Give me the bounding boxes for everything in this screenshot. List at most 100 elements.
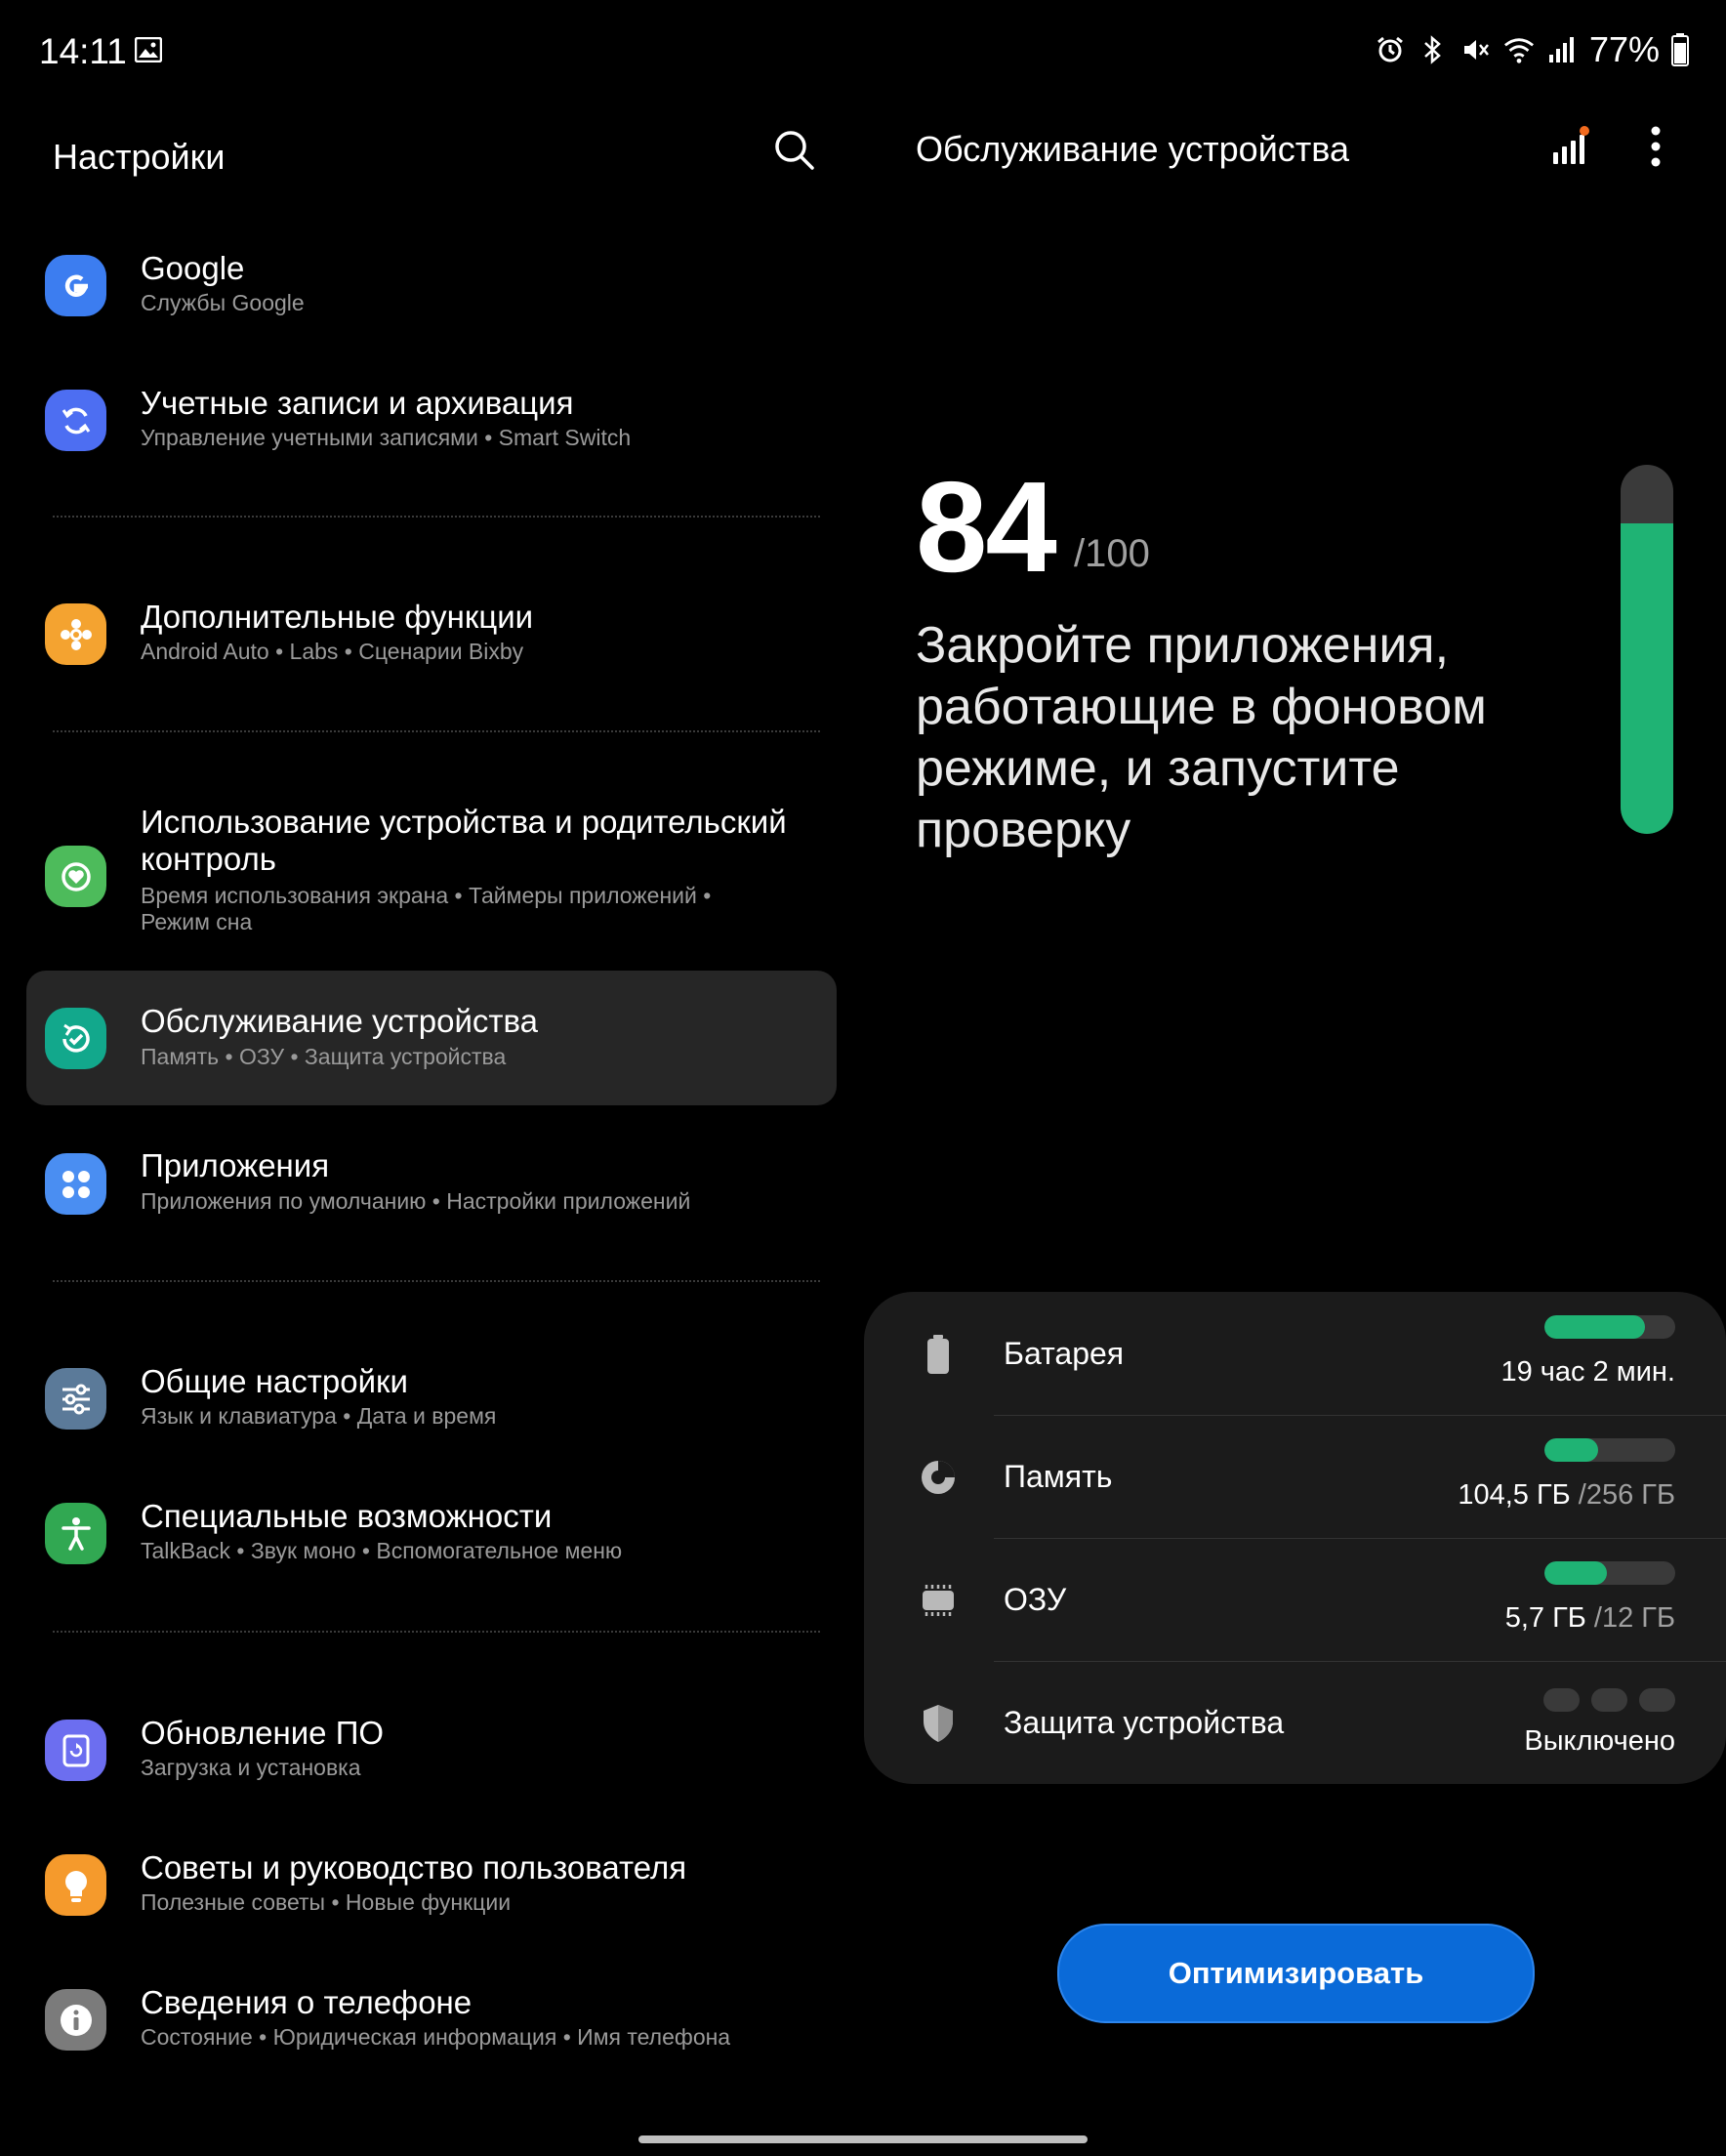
- accessibility-icon: [45, 1503, 106, 1564]
- device-care-icon: [45, 1008, 106, 1069]
- row-value: 19 час 2 мин.: [1500, 1356, 1675, 1389]
- value-main: 5,7 ГБ: [1504, 1602, 1586, 1634]
- settings-item-general-management[interactable]: Общие настройки Язык и клавиатура • Дата…: [26, 1338, 837, 1455]
- divider: [53, 1631, 820, 1633]
- score-max: /100: [1074, 532, 1150, 575]
- item-title: Обновление ПО: [141, 1715, 385, 1751]
- status-card: Батарея 19 час 2 мин. Память 104,5 ГБ /2…: [864, 1292, 1726, 1784]
- device-care-title: Обслуживание устройства: [916, 129, 1350, 169]
- ram-bar-fill: [1544, 1561, 1607, 1585]
- status-dot: [1543, 1688, 1580, 1712]
- item-subtitle: TalkBack • Звук моно • Вспомогательное м…: [141, 1538, 623, 1563]
- row-value: 104,5 ГБ /256 ГБ: [1458, 1479, 1675, 1512]
- row-device-protection[interactable]: Защита устройства Выключено: [864, 1661, 1726, 1784]
- item-title: Обслуживание устройства: [141, 1003, 539, 1039]
- gesture-home-bar[interactable]: [638, 2135, 1088, 2143]
- settings-item-device-care[interactable]: Обслуживание устройства Память • ОЗУ • З…: [26, 971, 837, 1105]
- update-icon: [45, 1720, 106, 1781]
- value-total: /256 ГБ: [1570, 1479, 1675, 1511]
- status-icons: 77%: [1375, 29, 1689, 70]
- item-title: Учетные записи и архивация: [141, 385, 574, 421]
- image-icon: [135, 37, 162, 62]
- storage-bar-fill: [1544, 1438, 1598, 1462]
- settings-item-digital-wellbeing[interactable]: Использование устройства и родительский …: [26, 791, 837, 967]
- search-icon[interactable]: [771, 127, 818, 174]
- settings-item-advanced-features[interactable]: Дополнительные функции Android Auto • La…: [26, 576, 837, 693]
- battery-icon: [1671, 32, 1689, 67]
- sliders-icon: [45, 1368, 106, 1430]
- memory-chip-icon: [923, 1585, 954, 1616]
- optimize-button[interactable]: Оптимизировать: [1057, 1924, 1535, 2023]
- item-subtitle: Службы Google: [141, 290, 305, 315]
- status-bar: 14:11 77%: [0, 0, 1726, 98]
- score-bar-fill: [1621, 523, 1673, 834]
- settings-item-about-phone[interactable]: Сведения о телефоне Состояние • Юридичес…: [26, 1959, 837, 2076]
- settings-item-software-update[interactable]: Обновление ПО Загрузка и установка: [26, 1689, 837, 1806]
- ram-bar: [1544, 1561, 1675, 1585]
- item-subtitle: Приложения по умолчанию • Настройки прил…: [141, 1188, 691, 1214]
- shield-icon: [924, 1705, 953, 1742]
- item-subtitle-line2: Режим сна: [141, 909, 253, 934]
- more-options-icon[interactable]: [1650, 125, 1662, 168]
- item-subtitle: Время использования экрана • Таймеры при…: [141, 883, 712, 908]
- value-main: 19 час 2 мин.: [1500, 1356, 1675, 1388]
- score-bar: [1621, 465, 1673, 834]
- item-subtitle: Память • ОЗУ • Защита устройства: [141, 1044, 507, 1069]
- row-label: ОЗУ: [1004, 1582, 1067, 1617]
- status-time: 14:11: [39, 31, 127, 71]
- apps-icon: [45, 1153, 106, 1215]
- row-label: Память: [1004, 1459, 1113, 1494]
- storage-bar: [1544, 1438, 1675, 1462]
- row-label: Защита устройства: [1004, 1705, 1285, 1740]
- item-title: Общие настройки: [141, 1363, 408, 1399]
- bluetooth-icon: [1418, 32, 1449, 67]
- row-label: Батарея: [1004, 1336, 1125, 1371]
- item-subtitle: Язык и клавиатура • Дата и время: [141, 1403, 497, 1429]
- value-main: 104,5 ГБ: [1458, 1479, 1571, 1511]
- value-main: Выключено: [1524, 1725, 1675, 1757]
- divider: [53, 730, 820, 732]
- settings-item-google[interactable]: Google Службы Google: [26, 225, 837, 342]
- score-value: 84: [916, 455, 1057, 599]
- settings-item-accounts[interactable]: Учетные записи и архивация Управление уч…: [26, 359, 837, 477]
- protection-status-dots: [1543, 1688, 1675, 1712]
- storage-pie-icon: [922, 1461, 955, 1494]
- row-storage[interactable]: Память 104,5 ГБ /256 ГБ: [864, 1415, 1726, 1538]
- item-title: Приложения: [141, 1147, 330, 1183]
- battery-percent: 77%: [1588, 29, 1660, 69]
- mute-icon: [1460, 32, 1492, 67]
- item-title: Специальные возможности: [141, 1498, 553, 1534]
- item-subtitle: Состояние • Юридическая информация • Имя…: [141, 2024, 731, 2050]
- battery-bar: [1544, 1315, 1675, 1339]
- row-value: Выключено: [1524, 1725, 1675, 1758]
- divider: [53, 516, 820, 518]
- stats-icon[interactable]: [1550, 125, 1589, 168]
- item-title: Дополнительные функции: [141, 599, 534, 635]
- item-title: Сведения о телефоне: [141, 1984, 473, 2020]
- battery-bar-fill: [1544, 1315, 1646, 1339]
- item-subtitle: Android Auto • Labs • Сценарии Bixby: [141, 639, 524, 664]
- sync-icon: [45, 390, 106, 451]
- lightbulb-icon: [45, 1854, 106, 1916]
- item-subtitle: Управление учетными записями • Smart Swi…: [141, 425, 632, 450]
- wifi-icon: [1503, 32, 1535, 67]
- row-ram[interactable]: ОЗУ 5,7 ГБ /12 ГБ: [864, 1538, 1726, 1661]
- status-dot: [1591, 1688, 1627, 1712]
- row-value: 5,7 ГБ /12 ГБ: [1505, 1602, 1675, 1635]
- puzzle-icon: [45, 603, 106, 665]
- settings-list-panel: Настройки Google Службы Google Учетные з…: [0, 98, 849, 2156]
- item-title-line2: контроль: [141, 841, 276, 877]
- divider: [53, 1280, 820, 1282]
- battery-icon: [927, 1335, 949, 1374]
- alarm-icon: [1375, 32, 1406, 67]
- settings-item-apps[interactable]: Приложения Приложения по умолчанию • Нас…: [26, 1123, 837, 1240]
- settings-item-tips[interactable]: Советы и руководство пользователя Полезн…: [26, 1824, 837, 1941]
- settings-item-accessibility[interactable]: Специальные возможности TalkBack • Звук …: [26, 1472, 837, 1590]
- item-subtitle: Загрузка и установка: [141, 1755, 361, 1780]
- item-title: Советы и руководство пользователя: [141, 1849, 687, 1886]
- row-battery[interactable]: Батарея 19 час 2 мин.: [864, 1292, 1726, 1415]
- info-icon: [45, 1989, 106, 2051]
- wellbeing-icon: [45, 846, 106, 907]
- score-message: Закройте приложения, работающие в фоново…: [916, 617, 1487, 858]
- value-total: /12 ГБ: [1585, 1602, 1675, 1634]
